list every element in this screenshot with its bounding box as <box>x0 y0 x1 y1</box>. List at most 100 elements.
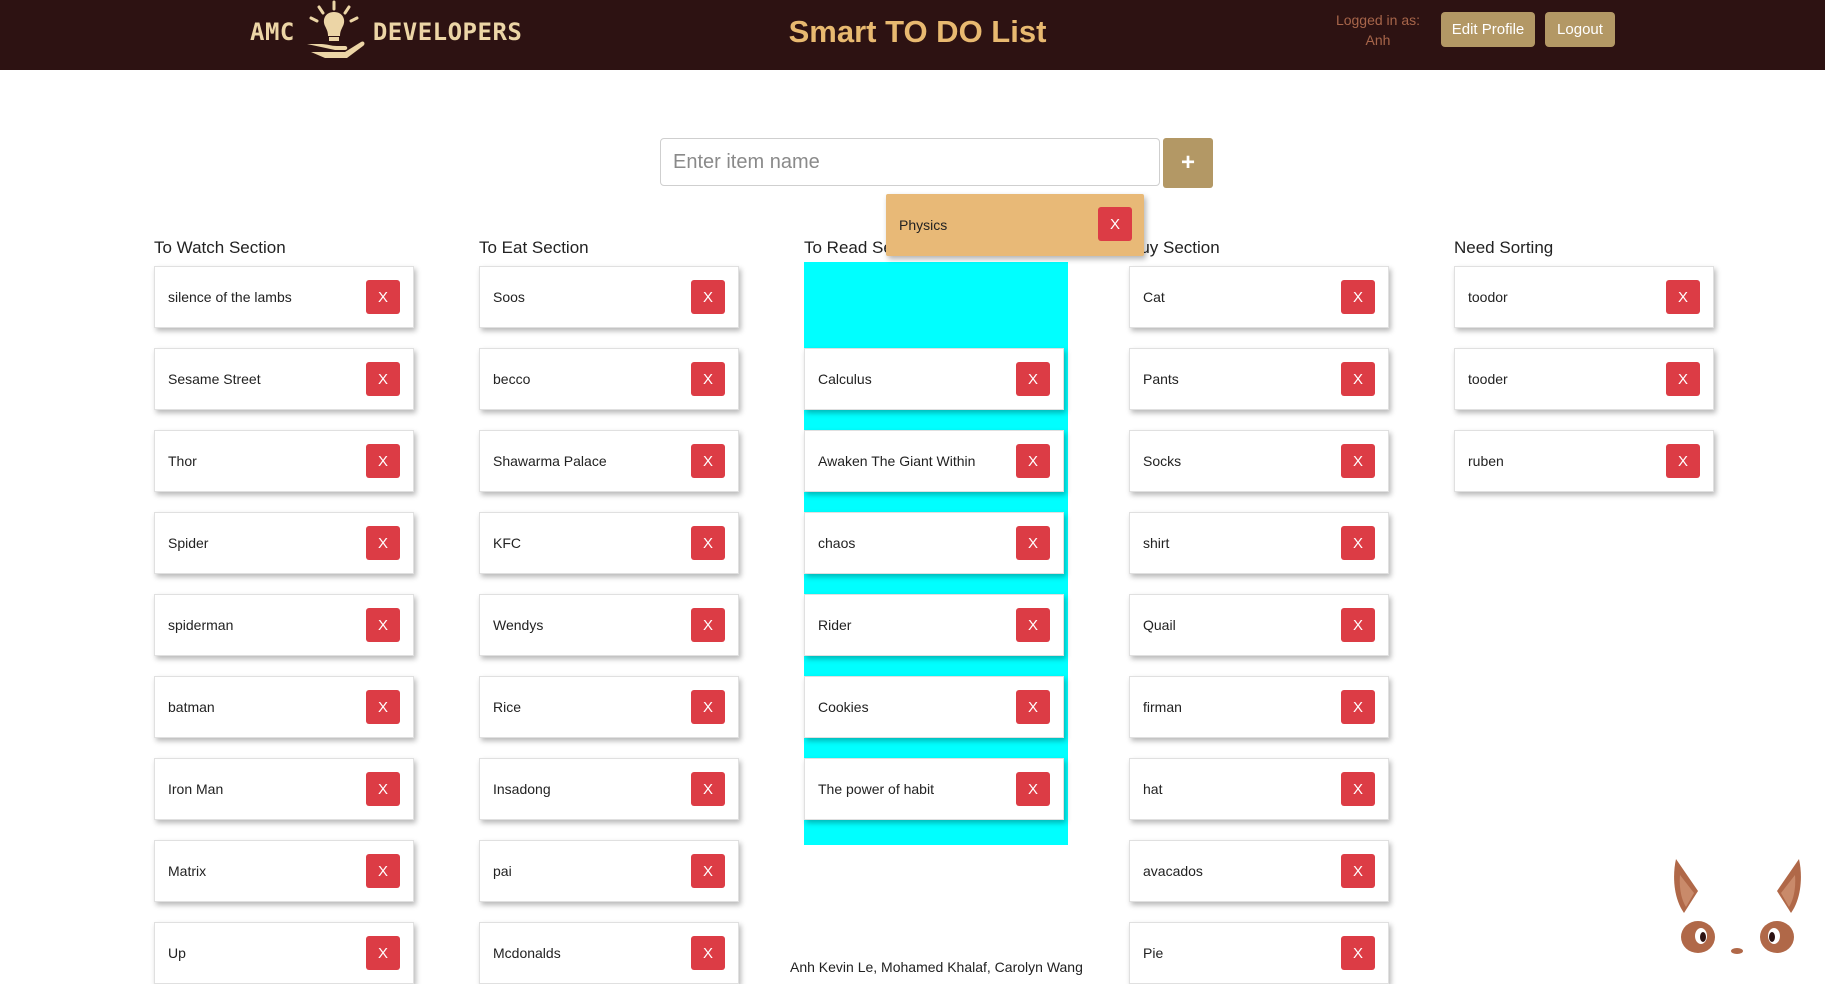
delete-item-button[interactable]: X <box>1666 444 1700 478</box>
todo-card-label: Calculus <box>818 371 872 387</box>
delete-item-button[interactable]: X <box>366 526 400 560</box>
todo-card[interactable]: Mcdonalds X <box>479 922 739 984</box>
todo-card[interactable]: Insadong X <box>479 758 739 820</box>
logged-in-username: Anh <box>1365 32 1391 48</box>
delete-item-button[interactable]: X <box>691 526 725 560</box>
todo-card[interactable]: ruben X <box>1454 430 1714 492</box>
todo-card[interactable]: Shawarma Palace X <box>479 430 739 492</box>
delete-item-button[interactable]: X <box>691 772 725 806</box>
delete-item-button[interactable]: X <box>691 936 725 970</box>
delete-item-button[interactable]: X <box>691 444 725 478</box>
delete-item-button[interactable]: X <box>366 444 400 478</box>
delete-item-button[interactable]: X <box>366 362 400 396</box>
todo-card-label: Iron Man <box>168 781 224 797</box>
todo-card[interactable]: Sesame Street X <box>154 348 414 410</box>
delete-item-button[interactable]: X <box>1016 608 1050 642</box>
todo-card[interactable]: Up X <box>154 922 414 984</box>
delete-item-button[interactable]: X <box>1341 690 1375 724</box>
delete-item-button[interactable]: X <box>691 362 725 396</box>
todo-card[interactable]: Quail X <box>1129 594 1389 656</box>
todo-card[interactable]: chaos X <box>804 512 1064 574</box>
dragging-card-label: Physics <box>899 217 948 233</box>
footer-credits: Anh Kevin Le, Mohamed Khalaf, Carolyn Wa… <box>790 959 1083 975</box>
delete-item-button[interactable]: X <box>366 936 400 970</box>
delete-item-button[interactable]: X <box>1341 772 1375 806</box>
todo-card[interactable]: KFC X <box>479 512 739 574</box>
todo-card-label: Pants <box>1143 371 1179 387</box>
todo-card[interactable]: becco X <box>479 348 739 410</box>
todo-card[interactable]: batman X <box>154 676 414 738</box>
delete-item-button[interactable]: X <box>1341 444 1375 478</box>
todo-card[interactable]: Thor X <box>154 430 414 492</box>
delete-item-button[interactable]: X <box>366 608 400 642</box>
delete-item-button[interactable]: X <box>1666 362 1700 396</box>
delete-item-button[interactable]: X <box>1341 854 1375 888</box>
todo-card[interactable]: avacados X <box>1129 840 1389 902</box>
todo-card-label: Sesame Street <box>168 371 261 387</box>
delete-item-button[interactable]: X <box>691 608 725 642</box>
edit-profile-button[interactable]: Edit Profile <box>1441 12 1535 47</box>
todo-card-label: Spider <box>168 535 209 551</box>
todo-card[interactable]: Rider X <box>804 594 1064 656</box>
todo-card-label: Up <box>168 945 186 961</box>
todo-card[interactable]: The power of habit X <box>804 758 1064 820</box>
todo-card-label: spiderman <box>168 617 234 633</box>
todo-card[interactable]: Calculus X <box>804 348 1064 410</box>
delete-item-button[interactable]: X <box>1666 280 1700 314</box>
todo-card[interactable]: Soos X <box>479 266 739 328</box>
delete-item-button[interactable]: X <box>1016 772 1050 806</box>
todo-card[interactable]: Matrix X <box>154 840 414 902</box>
delete-item-button[interactable]: X <box>1016 362 1050 396</box>
todo-card-label: shirt <box>1143 535 1170 551</box>
todo-card[interactable]: hat X <box>1129 758 1389 820</box>
todo-card[interactable]: Wendys X <box>479 594 739 656</box>
delete-item-button[interactable]: X <box>691 690 725 724</box>
todo-card-label: The power of habit <box>818 781 934 797</box>
todo-card[interactable]: Pie X <box>1129 922 1389 984</box>
todo-card[interactable]: pai X <box>479 840 739 902</box>
section-title: To Watch Section <box>154 238 286 257</box>
delete-item-button[interactable]: X <box>1341 526 1375 560</box>
delete-item-button[interactable]: X <box>366 854 400 888</box>
todo-card-label: Socks <box>1143 453 1182 469</box>
logout-button[interactable]: Logout <box>1545 12 1615 47</box>
todo-card-label: Soos <box>493 289 525 305</box>
todo-card[interactable]: shirt X <box>1129 512 1389 574</box>
todo-card[interactable]: Cat X <box>1129 266 1389 328</box>
delete-item-button[interactable]: X <box>1341 608 1375 642</box>
add-item-button[interactable]: + <box>1163 138 1213 188</box>
item-name-input[interactable] <box>660 138 1160 186</box>
todo-card-label: KFC <box>493 535 521 551</box>
todo-card-label: pai <box>493 863 512 879</box>
delete-item-button[interactable]: X <box>1341 362 1375 396</box>
todo-card-label: Rice <box>493 699 522 715</box>
todo-card[interactable]: spiderman X <box>154 594 414 656</box>
todo-card-label: Wendys <box>493 617 544 633</box>
todo-card[interactable]: toodor X <box>1454 266 1714 328</box>
todo-card-label: Mcdonalds <box>493 945 561 961</box>
delete-item-button[interactable]: X <box>366 280 400 314</box>
delete-item-button[interactable]: X <box>1016 690 1050 724</box>
todo-card[interactable]: firman X <box>1129 676 1389 738</box>
todo-card[interactable]: Cookies X <box>804 676 1064 738</box>
delete-item-button[interactable]: X <box>691 854 725 888</box>
delete-item-button[interactable]: X <box>691 280 725 314</box>
todo-card-label: Insadong <box>493 781 551 797</box>
todo-card[interactable]: tooder X <box>1454 348 1714 410</box>
delete-item-button[interactable]: X <box>1016 526 1050 560</box>
dragging-card-delete-button[interactable]: X <box>1098 207 1132 241</box>
delete-item-button[interactable]: X <box>366 772 400 806</box>
todo-card[interactable]: Spider X <box>154 512 414 574</box>
todo-card[interactable]: Awaken The Giant Within X <box>804 430 1064 492</box>
delete-item-button[interactable]: X <box>366 690 400 724</box>
todo-card[interactable]: Rice X <box>479 676 739 738</box>
todo-card[interactable]: Socks X <box>1129 430 1389 492</box>
dragging-card[interactable]: Physics X <box>886 194 1144 256</box>
delete-item-button[interactable]: X <box>1341 280 1375 314</box>
delete-item-button[interactable]: X <box>1016 444 1050 478</box>
todo-card[interactable]: Pants X <box>1129 348 1389 410</box>
delete-item-button[interactable]: X <box>1341 936 1375 970</box>
todo-card[interactable]: silence of the lambs X <box>154 266 414 328</box>
section-title: To Eat Section <box>479 238 589 257</box>
todo-card[interactable]: Iron Man X <box>154 758 414 820</box>
